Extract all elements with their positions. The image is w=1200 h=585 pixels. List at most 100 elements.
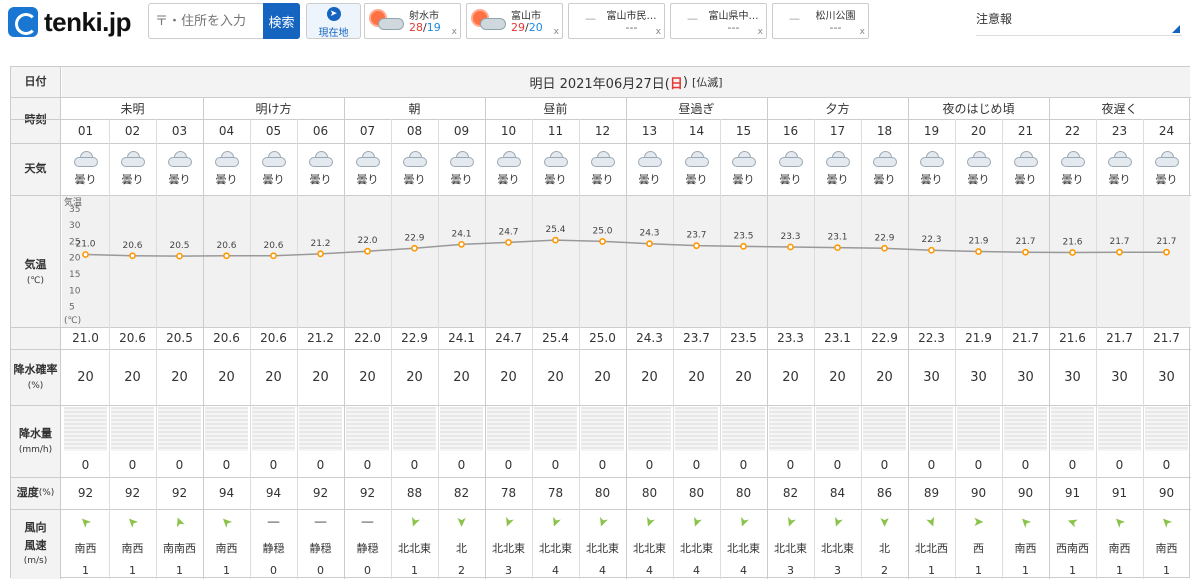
precip-value: 0 <box>833 458 842 472</box>
temp-value: 21.7 <box>1106 331 1133 345</box>
weather-text: 曇り <box>262 173 285 186</box>
wind-label: 風向 風速 (m/s) <box>11 509 61 579</box>
wind-dir-value: 南西 <box>121 542 144 555</box>
precip-bar-area <box>1004 407 1047 451</box>
close-icon[interactable]: x <box>860 27 865 37</box>
wind-dir-value: 南西 <box>1155 542 1178 555</box>
weather-cell: 曇り <box>203 143 250 195</box>
weather-text: 曇り <box>967 173 990 186</box>
column-divider <box>1002 119 1003 579</box>
wind-dir-value: 南西 <box>1108 542 1131 555</box>
wind-speed-value: 4 <box>552 563 559 577</box>
weather-text: 曇り <box>1061 173 1084 186</box>
warnings-dropdown[interactable]: 注意報 <box>976 0 1182 36</box>
cloud-shape <box>480 18 506 30</box>
history-chip[interactable]: 射水市 28/19 x <box>364 3 461 39</box>
logo-mark-icon <box>8 7 38 37</box>
weather-cell: 曇り <box>391 143 438 195</box>
precip-bar-area <box>722 407 765 451</box>
chart-y-tick: 20 <box>69 254 81 264</box>
humidity-label: 湿度 (%) <box>11 477 61 509</box>
temperature-point <box>928 246 935 254</box>
cloud-icon <box>965 151 993 167</box>
temp-value: 21.7 <box>1153 331 1180 345</box>
column-divider <box>579 119 580 579</box>
hour-label: 07 <box>359 124 376 138</box>
cloud-part <box>308 157 333 167</box>
close-icon[interactable]: x <box>758 27 763 37</box>
chart-y-tick: 35 <box>69 205 80 215</box>
precip-prob-value: 20 <box>406 369 423 385</box>
temperature-data-label: 21.7 <box>1109 237 1129 247</box>
humidity-value: 92 <box>312 486 329 500</box>
column-divider <box>344 97 345 579</box>
cloud-icon <box>730 151 758 167</box>
precip-value: 0 <box>81 458 90 472</box>
weather-cell: 曇り <box>673 143 720 195</box>
wind-speed-unit: (m/s) <box>23 556 48 567</box>
close-icon[interactable]: x <box>452 27 457 37</box>
close-icon[interactable]: x <box>554 27 559 37</box>
cloud-icon <box>1059 151 1087 167</box>
history-chip[interactable]: — 富山市民… --- x <box>568 3 665 39</box>
precip-value: 0 <box>128 458 137 472</box>
cloud-icon <box>260 151 288 167</box>
wind-dir-value: 静穏 <box>262 542 285 555</box>
weather-cell: 曇り <box>250 143 297 195</box>
cloud-part <box>872 157 897 167</box>
hour-label: 23 <box>1111 124 1128 138</box>
site-logo[interactable]: tenki.jp <box>8 4 132 40</box>
chart-y-tick: 5 <box>69 303 75 313</box>
precip-bar-area <box>957 407 1000 451</box>
close-icon[interactable]: x <box>656 27 661 37</box>
weather-cell: 曇り <box>861 143 908 195</box>
precip-value: 0 <box>269 458 278 472</box>
temperature-point <box>223 252 230 260</box>
precip-prob-value: 20 <box>876 369 893 385</box>
wind-speed-value: 1 <box>176 563 183 577</box>
precip-value: 0 <box>645 458 654 472</box>
history-chip[interactable]: 富山市 29/20 x <box>466 3 563 39</box>
weather-cell: 曇り <box>955 143 1002 195</box>
cloud-icon <box>824 151 852 167</box>
period-label: 夜遅く <box>1101 101 1138 116</box>
precip-value: 0 <box>1068 458 1077 472</box>
hour-label: 09 <box>453 124 470 138</box>
wind-dir-value: 静穏 <box>356 542 379 555</box>
weather-text: 曇り <box>309 173 332 186</box>
temperature-data-label: 24.1 <box>451 229 471 239</box>
temperature-data-label: 20.6 <box>216 241 236 251</box>
weather-cell: 曇り <box>908 143 955 195</box>
temperature-point <box>693 242 700 250</box>
placeholder-icon: — <box>789 12 800 25</box>
search-button[interactable]: 検索 <box>263 3 300 39</box>
wind-speed-value: 0 <box>270 563 277 577</box>
temperature-point <box>364 247 371 255</box>
temp-value: 23.3 <box>777 331 804 345</box>
history-chip[interactable]: — 富山県中… --- x <box>670 3 767 39</box>
current-location-button[interactable]: ➤ 現在地 <box>306 3 361 39</box>
weather-cell: 曇り <box>814 143 861 195</box>
row-divider <box>11 405 1191 406</box>
wind-dir-value: 北 <box>879 542 890 555</box>
search-input[interactable] <box>149 4 265 38</box>
cloud-part <box>778 157 803 167</box>
precip-bar-area <box>487 407 530 451</box>
date-prefix: 明日 2021年06月27日( <box>529 76 670 92</box>
hourly-forecast-table: 日付 時刻 天気 気温 (℃) 降水確率 (%) 降水量 (mm/h) 湿度 (%) 風向 風速 (m/s… <box>10 66 1191 579</box>
history-chip[interactable]: — 松川公園 --- x <box>772 3 869 39</box>
temperature-point <box>1116 248 1123 256</box>
cloud-icon <box>871 151 899 167</box>
time-label: 時刻 <box>11 97 61 143</box>
precip-prob-value: 20 <box>735 369 752 385</box>
precip-prob-value: 20 <box>453 369 470 385</box>
precip-prob-value: 20 <box>77 369 94 385</box>
calm-dash-icon: — <box>314 514 327 530</box>
hour-label: 19 <box>923 124 940 138</box>
temperature-data-label: 22.0 <box>357 236 377 246</box>
location-arrow-icon: ➤ <box>326 7 341 21</box>
weather-text: 曇り <box>544 173 567 186</box>
cloud-part <box>496 157 521 167</box>
search-box: 検索 <box>148 3 300 39</box>
wind-speed-value: 1 <box>1022 563 1029 577</box>
